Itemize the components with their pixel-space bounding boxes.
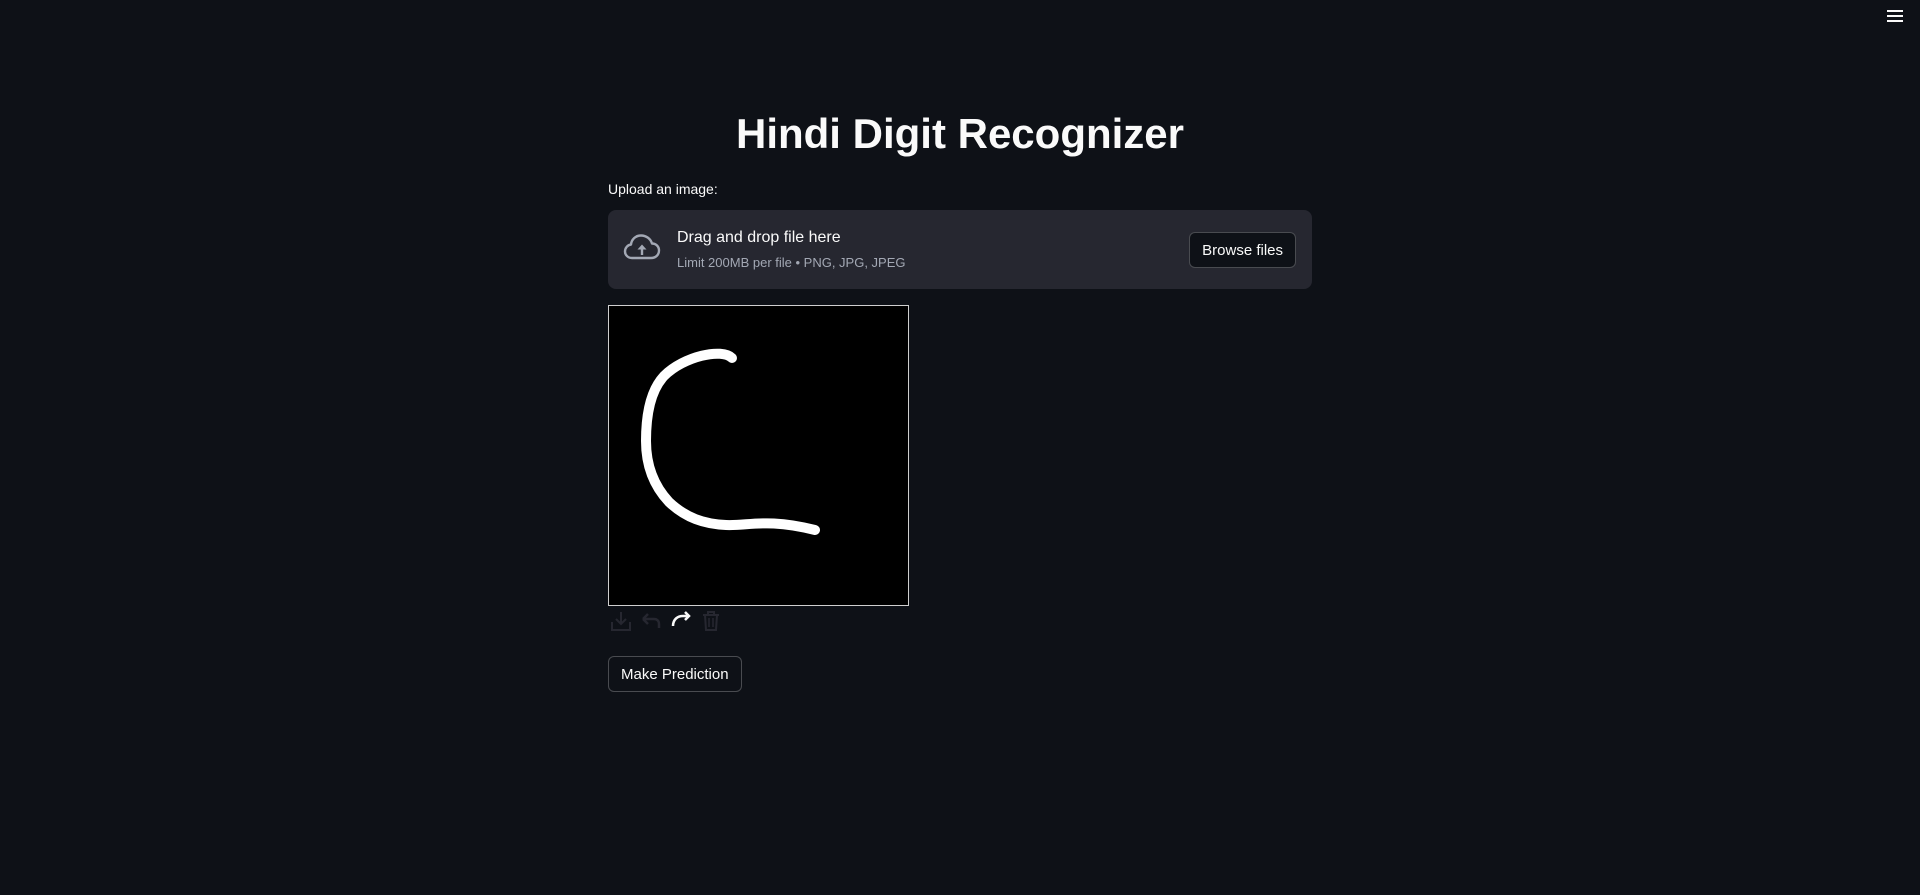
- canvas-toolbar: [608, 610, 724, 636]
- undo-icon: [639, 609, 663, 638]
- dropzone-limit-text: Limit 200MB per file • PNG, JPG, JPEG: [677, 255, 906, 270]
- redo-icon: [669, 609, 693, 638]
- page-title: Hindi Digit Recognizer: [735, 110, 1184, 157]
- redo-button[interactable]: [668, 610, 694, 636]
- make-prediction-button[interactable]: Make Prediction: [608, 656, 742, 692]
- cloud-upload-icon: [623, 232, 661, 266]
- download-button[interactable]: [608, 610, 634, 636]
- clear-canvas-button[interactable]: [698, 610, 724, 636]
- hamburger-menu-icon: [1886, 9, 1904, 28]
- dropzone-title: Drag and drop file here: [677, 229, 841, 246]
- upload-label: Upload an image:: [608, 181, 718, 197]
- file-dropzone[interactable]: Drag and drop file here Limit 200MB per …: [608, 210, 1312, 289]
- main-menu-button[interactable]: [1882, 8, 1908, 28]
- trash-icon: [699, 609, 723, 638]
- download-icon: [609, 609, 633, 638]
- drawn-stroke: [641, 348, 820, 535]
- undo-button[interactable]: [638, 610, 664, 636]
- drawing-canvas[interactable]: [608, 305, 909, 606]
- browse-files-button[interactable]: Browse files: [1189, 232, 1296, 268]
